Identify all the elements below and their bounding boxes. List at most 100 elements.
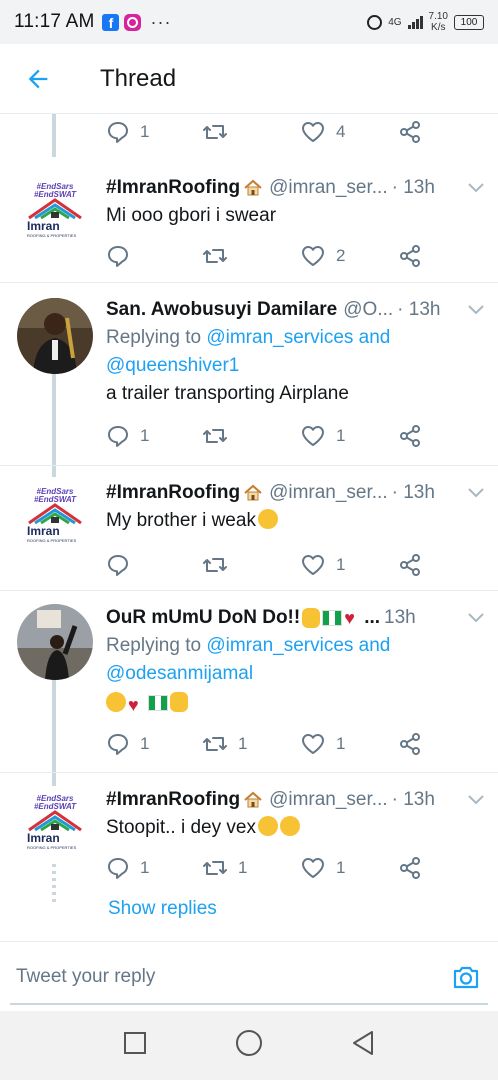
retweet-icon <box>203 249 227 263</box>
avatar[interactable] <box>17 298 93 374</box>
back-arrow-icon <box>28 69 48 88</box>
mention-link[interactable]: @odesanmijamal <box>106 663 253 684</box>
like-icon <box>302 122 324 142</box>
avatar[interactable]: #EndSars #EndSWAT Imran ROOFING & PROPER… <box>17 174 93 250</box>
tweet[interactable]: OuR mUmU DoN Do!! ♥ ... 13h Replying to … <box>0 592 498 773</box>
mention-link[interactable]: @queenshiver1 <box>106 355 239 376</box>
home-button[interactable] <box>235 1029 263 1062</box>
tweet[interactable]: #EndSars #EndSWAT Imran ROOFING & PROPER… <box>0 162 498 283</box>
broken-heart-emoji-icon: ♥ <box>128 695 139 715</box>
share-icon <box>400 733 420 755</box>
like-count: 1 <box>336 555 346 574</box>
share-icon <box>400 245 420 267</box>
reply-button[interactable]: 1 <box>106 422 149 450</box>
reply-button[interactable]: 1 <box>106 118 149 146</box>
reply-button[interactable]: 1 <box>106 854 149 882</box>
like-count: 4 <box>336 122 346 141</box>
thread-list: 1 4 #EndSars #EndSWAT Imran ROOFING & PR… <box>0 114 498 941</box>
chevron-down-icon <box>468 305 484 315</box>
like-button[interactable]: 1 <box>300 730 345 758</box>
share-icon <box>400 121 420 143</box>
avatar[interactable]: #EndSars #EndSWAT Imran ROOFING & PROPER… <box>17 479 93 555</box>
display-name[interactable]: #ImranRoofing <box>106 789 240 811</box>
camera-button[interactable] <box>452 964 480 995</box>
share-button[interactable] <box>398 730 422 758</box>
raised-fist-emoji-icon <box>302 608 321 628</box>
avatar[interactable] <box>17 604 93 680</box>
system-back-button[interactable] <box>351 1030 375 1061</box>
house-emoji-icon <box>244 791 262 808</box>
like-button[interactable]: 4 <box>300 118 345 146</box>
svg-text:Imran: Imran <box>27 524 60 538</box>
retweet-button[interactable]: 1 <box>202 730 247 758</box>
reply-button[interactable] <box>106 242 130 270</box>
retweet-icon <box>203 558 227 572</box>
reply-icon <box>108 555 128 576</box>
tweet[interactable]: San. Awobusuyi Damilare @O... · 13h Repl… <box>0 284 498 466</box>
mention-link[interactable]: @imran_services <box>206 635 353 656</box>
retweet-icon <box>203 429 227 443</box>
display-name[interactable]: OuR mUmU DoN Do!! <box>106 607 300 629</box>
replying-to-prefix: Replying to <box>106 327 207 348</box>
tweet-text: Stoopit.. i dey vex <box>106 817 256 838</box>
reply-button[interactable]: 1 <box>106 730 149 758</box>
retweet-button[interactable]: 1 <box>202 854 247 882</box>
reply-input[interactable]: Tweet your reply <box>16 966 155 988</box>
person-avatar-photo <box>17 298 93 374</box>
tweet-menu-button[interactable] <box>464 795 484 805</box>
retweet-button[interactable] <box>202 242 228 270</box>
share-icon <box>400 425 420 447</box>
share-button[interactable] <box>398 242 422 270</box>
imran-logo-avatar: #EndSars #EndSWAT Imran ROOFING & PROPER… <box>17 786 93 862</box>
tweet-time: · 13h <box>391 482 435 503</box>
tweet-time: · 13h <box>391 789 435 810</box>
display-name[interactable]: San. Awobusuyi Damilare <box>106 299 337 321</box>
retweet-count: 1 <box>238 734 248 753</box>
tweet[interactable]: #EndSars #EndSWAT Imran ROOFING & PROPER… <box>0 467 498 591</box>
like-button[interactable]: 1 <box>300 854 345 882</box>
mention-link[interactable]: @imran_services <box>206 327 353 348</box>
chevron-down-icon <box>468 183 484 193</box>
share-button[interactable] <box>398 422 422 450</box>
share-button[interactable] <box>398 551 422 579</box>
like-button[interactable]: 2 <box>300 242 345 270</box>
retweet-button[interactable] <box>202 118 228 146</box>
tweet-menu-button[interactable] <box>464 305 484 315</box>
like-button[interactable]: 1 <box>300 422 345 450</box>
smirk-emoji-icon <box>257 509 278 529</box>
svg-text:Imran: Imran <box>27 219 60 233</box>
eye-roll-emoji-icon <box>279 816 300 836</box>
display-name[interactable]: #ImranRoofing <box>106 482 240 504</box>
tweet-menu-button[interactable] <box>464 488 484 498</box>
retweet-count: 1 <box>238 858 248 877</box>
retweet-button[interactable] <box>202 551 228 579</box>
reply-button[interactable] <box>106 551 130 579</box>
like-icon <box>302 734 324 754</box>
house-emoji-icon <box>244 179 262 196</box>
tweet[interactable]: #EndSars #EndSWAT Imran ROOFING & PROPER… <box>0 774 498 941</box>
share-button[interactable] <box>398 854 422 882</box>
share-icon <box>400 857 420 879</box>
page-title: Thread <box>100 64 177 92</box>
tweet-menu-button[interactable] <box>464 183 484 193</box>
like-button[interactable]: 1 <box>300 551 345 579</box>
share-icon <box>400 554 420 576</box>
battery-icon: 100 <box>454 14 484 30</box>
share-button[interactable] <box>398 118 422 146</box>
back-triangle-icon <box>353 1031 373 1055</box>
circle-icon <box>236 1030 262 1056</box>
retweet-icon <box>203 125 227 139</box>
retweet-button[interactable] <box>202 422 228 450</box>
show-replies-link[interactable]: Show replies <box>108 898 217 920</box>
recents-button[interactable] <box>123 1031 147 1060</box>
svg-text:#EndSWAT: #EndSWAT <box>34 802 77 811</box>
facebook-icon: f <box>102 13 120 31</box>
back-button[interactable] <box>0 44 80 114</box>
tweet-actions: 1 4 <box>106 118 436 146</box>
reply-composer[interactable]: Tweet your reply <box>0 941 498 1011</box>
avatar[interactable]: #EndSars #EndSWAT Imran ROOFING & PROPER… <box>17 786 93 862</box>
display-name[interactable]: #ImranRoofing <box>106 177 240 199</box>
camera-icon <box>453 966 479 989</box>
eye-roll-emoji-icon <box>257 816 278 836</box>
tweet-menu-button[interactable] <box>464 613 484 623</box>
